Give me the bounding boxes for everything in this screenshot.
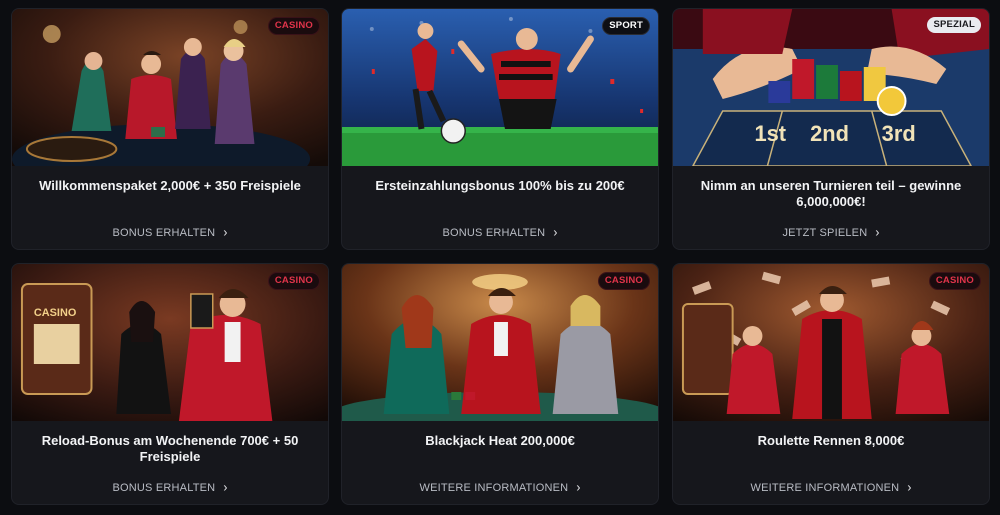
promo-title: Roulette Rennen 8,000€ bbox=[757, 433, 905, 448]
category-badge: SPEZIAL bbox=[927, 17, 981, 33]
category-badge: CASINO bbox=[267, 272, 320, 290]
promotions-grid: CASINO Willkommenspaket 2,000€ + 350 Fre… bbox=[0, 0, 1000, 515]
table-label-2nd: 2nd bbox=[810, 121, 849, 146]
cta-label: BONUS ERHALTEN bbox=[112, 227, 216, 239]
promo-title: Reload-Bonus am Wochenende 700€ + 50 Fre… bbox=[41, 433, 299, 464]
cta-label: BONUS ERHALTEN bbox=[442, 227, 546, 239]
cta-label: BONUS ERHALTEN bbox=[112, 482, 216, 494]
category-badge: CASINO bbox=[267, 17, 320, 35]
chevron-right-icon: › bbox=[576, 479, 581, 495]
promo-title: Willkommenspaket 2,000€ + 350 Freispiele bbox=[39, 178, 301, 193]
cta-label: WEITERE INFORMATIONEN bbox=[750, 482, 900, 494]
promo-title: Ersteinzahlungsbonus 100% bis zu 200€ bbox=[375, 178, 625, 193]
promo-card-weekend-reload[interactable]: CASINO CASINO Reload-Bonus am Wochenende… bbox=[11, 263, 329, 505]
cta-label: JETZT SPIELEN bbox=[782, 227, 868, 239]
chevron-right-icon: › bbox=[907, 479, 912, 495]
promo-card-first-deposit[interactable]: SPORT Ersteinzahlungsbonus 100% bis zu 2… bbox=[341, 8, 659, 250]
table-label-3rd: 3rd bbox=[882, 121, 916, 146]
more-info-button[interactable]: WEITERE INFORMATIONEN › bbox=[673, 479, 989, 495]
chevron-right-icon: › bbox=[553, 224, 558, 240]
table-label-1st: 1st bbox=[754, 121, 786, 146]
play-now-button[interactable]: JETZT SPIELEN › bbox=[673, 224, 989, 240]
bonus-button[interactable]: BONUS ERHALTEN › bbox=[342, 224, 658, 240]
category-badge: SPORT bbox=[602, 17, 650, 35]
bonus-button[interactable]: BONUS ERHALTEN › bbox=[12, 479, 328, 495]
bonus-button[interactable]: BONUS ERHALTEN › bbox=[12, 224, 328, 240]
chevron-right-icon: › bbox=[223, 479, 228, 495]
promo-title: Nimm an unseren Turnieren teil – gewinne… bbox=[700, 178, 962, 209]
chevron-right-icon: › bbox=[875, 224, 880, 240]
cta-label: WEITERE INFORMATIONEN bbox=[419, 482, 569, 494]
promo-card-blackjack-heat[interactable]: CASINO Blackjack Heat 200,000€ WEITERE I… bbox=[341, 263, 659, 505]
casino-sign-text: CASINO bbox=[34, 307, 77, 319]
more-info-button[interactable]: WEITERE INFORMATIONEN › bbox=[342, 479, 658, 495]
chevron-right-icon: › bbox=[223, 224, 228, 240]
category-badge: CASINO bbox=[928, 272, 981, 290]
promo-card-roulette-race[interactable]: CASINO Roulette Rennen 8,000€ WEITERE IN… bbox=[672, 263, 990, 505]
promo-card-welcome-package[interactable]: CASINO Willkommenspaket 2,000€ + 350 Fre… bbox=[11, 8, 329, 250]
promo-title: Blackjack Heat 200,000€ bbox=[425, 433, 575, 448]
promo-card-tournaments[interactable]: 1st 2nd 3rd SPEZIAL Nimm an unseren Turn… bbox=[672, 8, 990, 250]
category-badge: CASINO bbox=[597, 272, 650, 290]
